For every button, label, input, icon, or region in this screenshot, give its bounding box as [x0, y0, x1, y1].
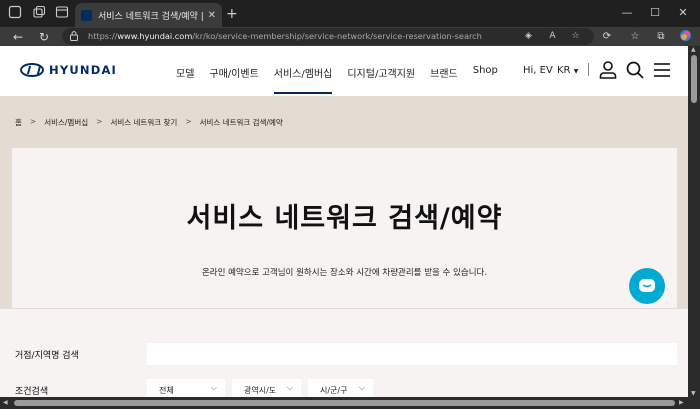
- tab-close-icon[interactable]: ✕: [208, 10, 216, 21]
- hero-section: 서비스 네트워크 검색/예약 온라인 예약으로 고객님이 원하시는 장소와 시간…: [12, 148, 677, 308]
- address-bar[interactable]: https://www.hyundai.com/kr/ko/service-me…: [62, 28, 594, 45]
- chevron-down-icon: ⌵: [286, 383, 293, 392]
- logo-text: HYUNDAI: [49, 63, 118, 77]
- search-icon[interactable]: [625, 60, 645, 80]
- nav-item-service-membership[interactable]: 서비스/멤버십: [273, 65, 332, 94]
- breadcrumb: 홈 > 서비스/멤버십 > 서비스 네트워크 찾기 > 서비스 네트워크 검색/…: [15, 117, 291, 128]
- location-search-label: 거점/지역명 검색: [15, 351, 79, 361]
- search-form: 거점/지역명 검색 조건검색 전체 ⌵ 광역시/도 ⌵ 시/군/구 ⌵: [0, 309, 688, 397]
- breadcrumb-current: 서비스 네트워크 검색/예약: [199, 118, 283, 127]
- page-title: 서비스 네트워크 검색/예약: [186, 203, 503, 234]
- province-select[interactable]: 광역시/도 ⌵: [232, 379, 301, 397]
- nav-item-shop[interactable]: Shop: [473, 65, 498, 80]
- refresh-icon[interactable]: ↻: [36, 29, 52, 45]
- chat-button[interactable]: [629, 268, 665, 304]
- hyundai-emblem-icon: [20, 63, 44, 77]
- copilot-icon[interactable]: [677, 29, 693, 45]
- breadcrumb-service-network[interactable]: 서비스 네트워크 찾기: [110, 117, 177, 128]
- menu-icon[interactable]: [652, 60, 672, 80]
- url-text: https://www.hyundai.com/kr/ko/service-me…: [88, 31, 482, 41]
- chevron-down-icon: ⌵: [358, 383, 365, 392]
- chevron-down-icon: ⌵: [210, 383, 217, 392]
- nav-item-digital-support[interactable]: 디지털/고객지원: [347, 65, 415, 80]
- user-greeting[interactable]: Hi, EV: [523, 65, 553, 76]
- page-content: 홈 > 서비스/멤버십 > 서비스 네트워크 찾기 > 서비스 네트워크 검색/…: [0, 96, 688, 397]
- back-icon[interactable]: ←: [10, 29, 26, 45]
- minimize-icon[interactable]: —: [612, 4, 642, 22]
- browser-profile-icon[interactable]: [6, 5, 24, 23]
- read-aloud-icon[interactable]: A: [546, 30, 559, 43]
- breadcrumb-separator-icon: >: [96, 117, 103, 126]
- chat-bubble-icon: [639, 279, 655, 292]
- maximize-icon[interactable]: ☐: [640, 4, 670, 22]
- tag-icon[interactable]: ◈: [522, 30, 535, 43]
- favorites-icon[interactable]: ☆: [627, 29, 643, 45]
- workspaces-icon[interactable]: [30, 5, 48, 23]
- horizontal-scrollbar[interactable]: ◀ ▶: [0, 397, 700, 409]
- breadcrumb-separator-icon: >: [29, 117, 37, 126]
- breadcrumb-home[interactable]: 홈: [15, 117, 22, 128]
- browser-toolbar: ← ↻ https://www.hyundai.com/kr/ko/servic…: [0, 27, 700, 46]
- header-divider: [588, 63, 589, 76]
- vertical-scroll-thumb[interactable]: [691, 55, 697, 103]
- extensions-icon[interactable]: ⟳: [599, 29, 615, 45]
- browser-title-bar: 서비스 네트워크 검색/예약 | 현대 ✕ + — ☐ ✕: [0, 0, 700, 27]
- tab-title: 서비스 네트워크 검색/예약 | 현대: [98, 11, 204, 22]
- vertical-scrollbar[interactable]: ▲ ▼: [688, 46, 700, 397]
- hyundai-logo[interactable]: HYUNDAI: [20, 63, 117, 77]
- nav-item-purchase-event[interactable]: 구매/이벤트: [209, 65, 258, 80]
- scroll-up-icon: ▲: [691, 46, 696, 53]
- lock-icon: [70, 31, 78, 41]
- tab-actions-icon[interactable]: [53, 5, 71, 23]
- category-select[interactable]: 전체 ⌵: [147, 379, 225, 397]
- district-select[interactable]: 시/군/구 ⌵: [308, 379, 373, 397]
- condition-search-label: 조건검색: [15, 387, 49, 397]
- close-window-icon[interactable]: ✕: [668, 4, 698, 22]
- hyundai-favicon-icon: [81, 9, 92, 21]
- main-nav: 모델 구매/이벤트 서비스/멤버십 디지털/고객지원 브랜드 Shop: [176, 65, 513, 94]
- browser-tab-active[interactable]: 서비스 네트워크 검색/예약 | 현대 ✕: [75, 3, 222, 27]
- nav-item-brand[interactable]: 브랜드: [430, 65, 458, 80]
- page-viewport: HYUNDAI 모델 구매/이벤트 서비스/멤버십 디지털/고객지원 브랜드 S…: [0, 46, 688, 397]
- favorite-star-icon[interactable]: ☆: [569, 30, 582, 43]
- page-description: 온라인 예약으로 고객님이 원하시는 장소와 시간에 차량관리를 받을 수 있습…: [201, 268, 488, 278]
- scroll-right-icon: ▶: [679, 399, 684, 406]
- scroll-left-icon: ◀: [3, 399, 8, 406]
- site-header: HYUNDAI 모델 구매/이벤트 서비스/멤버십 디지털/고객지원 브랜드 S…: [0, 46, 688, 96]
- breadcrumb-service-membership[interactable]: 서비스/멤버십: [44, 117, 88, 128]
- collections-icon[interactable]: ⧉: [653, 29, 669, 45]
- nav-item-model[interactable]: 모델: [176, 65, 194, 80]
- breadcrumb-separator-icon: >: [185, 117, 192, 126]
- scroll-down-icon: ▼: [691, 390, 696, 397]
- horizontal-scroll-thumb[interactable]: [14, 400, 675, 406]
- location-search-input[interactable]: [147, 343, 677, 365]
- language-select[interactable]: KR ▼: [557, 65, 578, 76]
- my-page-icon[interactable]: [598, 60, 618, 80]
- new-tab-icon[interactable]: +: [226, 5, 238, 23]
